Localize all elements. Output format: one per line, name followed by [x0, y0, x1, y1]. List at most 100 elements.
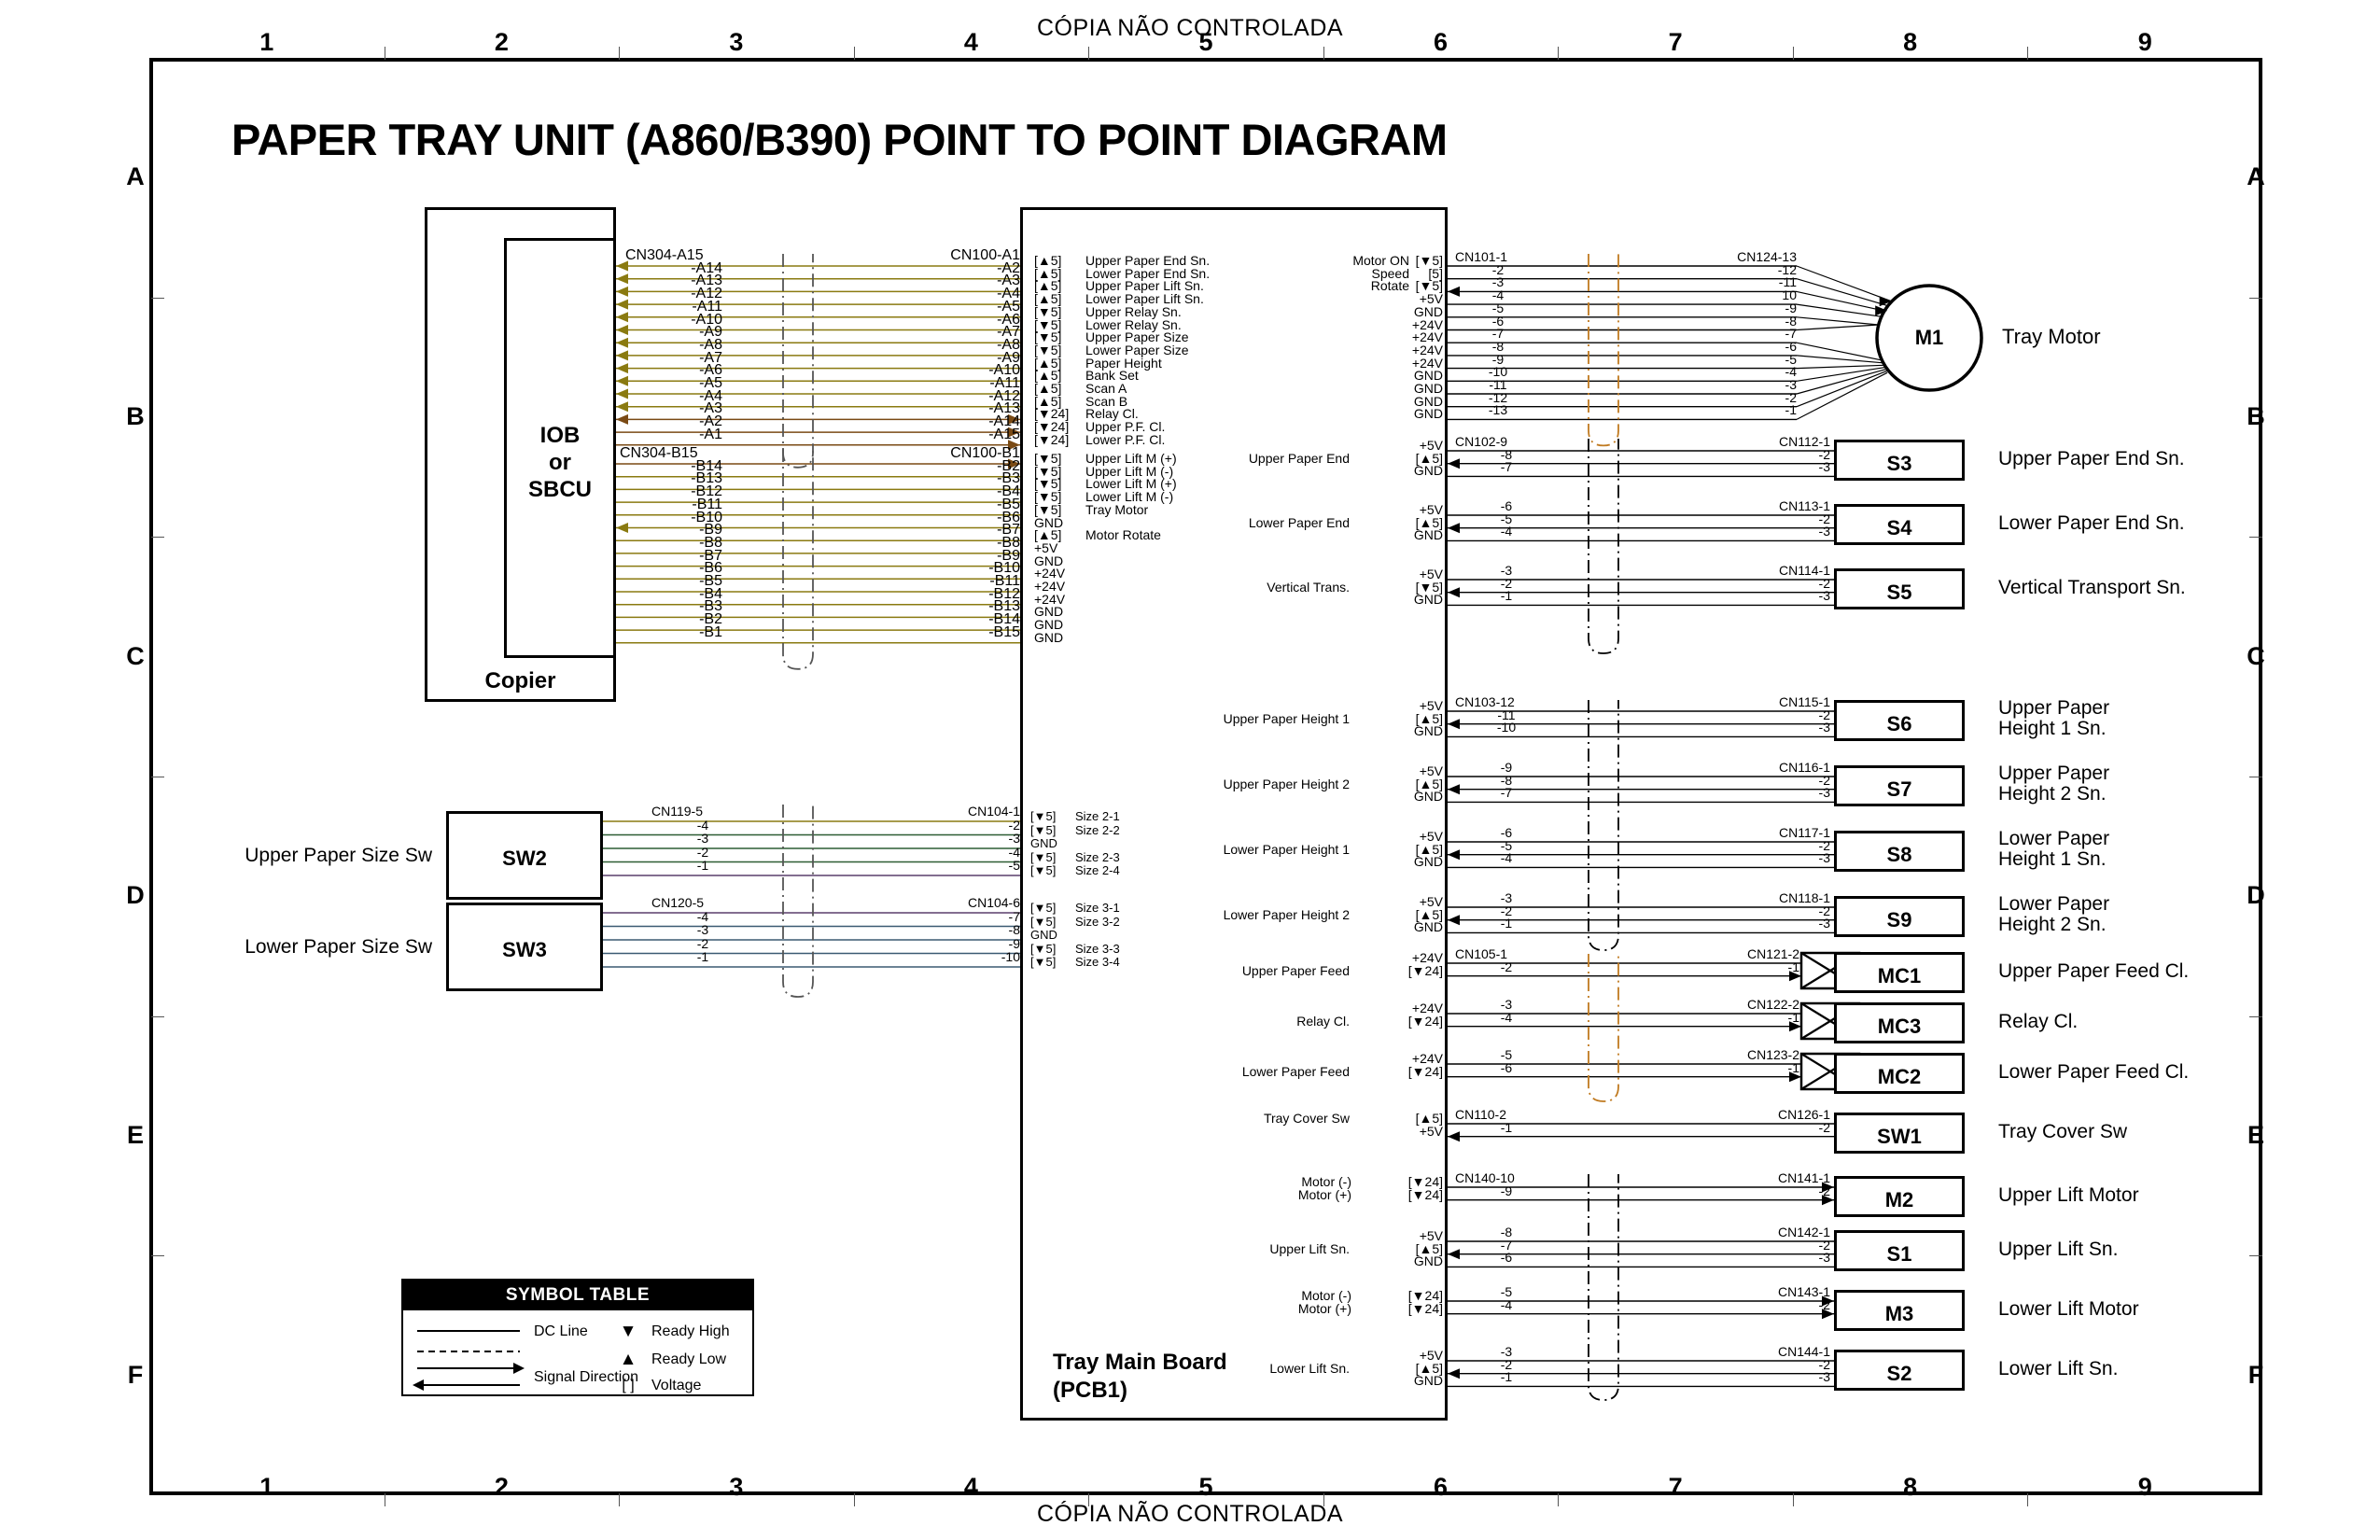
size-switch-voltage: GND: [1030, 928, 1057, 942]
size-switch-right-pin: -5: [1008, 858, 1020, 873]
row-signal-label: Lower Paper End: [1248, 514, 1350, 530]
size-switch-left-header: CN119-5: [651, 804, 703, 819]
harness-b-right-pin: -B15: [988, 623, 1020, 640]
harness-a-voltage: [▲5]: [1034, 253, 1062, 268]
size-switch-box-sw2: SW2: [446, 811, 603, 900]
size-switch-signal: Size 3-2: [1075, 914, 1120, 929]
row-rail-label: GND: [1413, 1253, 1443, 1269]
row-right-pin: -2: [1818, 903, 1830, 918]
grid-column-label: 7: [1668, 28, 1683, 56]
harness-b-voltage: [▼5]: [1034, 501, 1062, 517]
size-switch-signal: Size 3-1: [1075, 901, 1120, 915]
device-box-m2: M2: [1834, 1176, 1965, 1217]
row-rail-label: GND: [1413, 527, 1443, 543]
tray-motor-left-header: CN101-1: [1455, 249, 1508, 264]
grid-column-label: 4: [963, 1473, 978, 1501]
device-name-label: Upper Paper End Sn.: [1998, 448, 2185, 469]
device-name-label: Lower Paper Feed Cl.: [1998, 1061, 2190, 1083]
grid-tick: [1792, 47, 1794, 60]
device-box-mc2: MC2: [1834, 1053, 1965, 1094]
size-switch-left-pin: -3: [696, 831, 709, 846]
row-left-pin: -5: [1500, 1047, 1513, 1062]
diagram-page: CÓPIA NÃO CONTROLADA CÓPIA NÃO CONTROLAD…: [0, 0, 2380, 1540]
row-right-pin: -3: [1818, 588, 1830, 604]
ready-high-icon: ▼: [619, 1322, 637, 1341]
component-label: MC2: [1877, 1065, 1922, 1088]
tray-motor-name-label: Tray Motor: [2002, 325, 2101, 348]
row-left-header: CN110-2: [1455, 1107, 1506, 1122]
grid-tick: [1558, 1493, 1560, 1506]
harness-b-signal: Lower Lift M (-): [1085, 489, 1174, 505]
harness-b-voltage: [▼5]: [1034, 489, 1062, 505]
symbol-ready-high-label: Ready High: [651, 1323, 730, 1339]
size-switch-name-label: Lower Paper Size Sw: [245, 936, 432, 959]
grid-tick: [1323, 1493, 1324, 1506]
device-box-s3: S3: [1834, 440, 1965, 481]
row-right-pin: -3: [1818, 785, 1830, 801]
size-switch-right-pin: -9: [1008, 935, 1020, 951]
component-label: S3: [1886, 452, 1912, 475]
row-rail-label: GND: [1413, 463, 1443, 479]
harness-a-signal: Upper Relay Sn.: [1085, 303, 1182, 319]
device-box-s6: S6: [1834, 700, 1965, 741]
harness-b-signal: Tray Motor: [1085, 501, 1149, 517]
row-right-pin: -2: [1818, 707, 1830, 722]
device-box-s1: S1: [1834, 1230, 1965, 1271]
tray-motor-voltage: +24V: [1411, 342, 1443, 357]
grid-row-label: E: [126, 1121, 144, 1149]
size-switch-signal: Size 3-4: [1075, 955, 1120, 969]
row-rail-label: GND: [1413, 1373, 1443, 1389]
harness-a-voltage: [▲5]: [1034, 381, 1062, 396]
row-left-pin: -3: [1500, 1344, 1513, 1359]
grid-column-label: 8: [1903, 1473, 1918, 1501]
grid-column-label: 2: [494, 1473, 509, 1501]
row-right-header: CN116-1: [1779, 760, 1830, 775]
size-switch-right-pin: -4: [1008, 844, 1020, 860]
row-left-pin: -4: [1500, 850, 1513, 866]
size-switch-voltage: [▼5]: [1030, 822, 1057, 837]
size-switch-right-pin: -8: [1008, 922, 1020, 937]
row-right-header: CN114-1: [1779, 563, 1830, 578]
row-left-pin: -6: [1500, 498, 1513, 513]
row-rail-label: +5V: [1419, 438, 1443, 453]
grid-row-label: D: [126, 881, 145, 910]
harness-b-signal: Upper Lift M (+): [1085, 451, 1177, 466]
grid-tick: [1323, 47, 1324, 60]
row-rail-label: +5V: [1419, 698, 1443, 713]
component-label: S1: [1886, 1242, 1912, 1266]
size-switch-left-pin: -1: [696, 949, 709, 964]
tray-motor-voltage: GND: [1413, 303, 1443, 319]
row-rail-label: +24V: [1411, 950, 1443, 965]
row-right-header: CN122-2: [1746, 997, 1799, 1012]
tray-motor-right-pin: -9: [1785, 300, 1797, 315]
row-signal-label: Motor (+): [1297, 1186, 1351, 1202]
row-right-header: CN123-2: [1746, 1047, 1799, 1062]
iob-label-line2: or: [549, 450, 571, 475]
row-left-pin: -6: [1500, 1059, 1513, 1075]
voltage-bracket-icon: [ ]: [622, 1378, 635, 1393]
row-signal-label: Motor (+): [1297, 1300, 1351, 1316]
grid-tick: [2249, 537, 2262, 539]
row-left-pin: -4: [1500, 1009, 1513, 1025]
tray-motor-voltage: +5V: [1419, 291, 1443, 307]
row-right-header: CN117-1: [1779, 825, 1830, 840]
row-signal-label: Upper Paper End: [1248, 450, 1350, 466]
grid-tick: [2249, 1015, 2262, 1017]
device-name-label: Lower Lift Motor: [1998, 1298, 2139, 1320]
grid-row-label: F: [127, 1360, 144, 1389]
row-signal-label: Upper Lift Sn.: [1269, 1240, 1350, 1256]
row-voltage-label: [▼24]: [1407, 962, 1443, 978]
symbol-table-title: SYMBOL TABLE: [403, 1281, 752, 1310]
row-signal-label: Motor (-): [1301, 1288, 1351, 1303]
row-voltage-label: [▼24]: [1407, 1013, 1443, 1029]
row-left-pin: -3: [1500, 563, 1513, 578]
row-right-pin: -2: [1818, 446, 1830, 462]
size-switch-voltage: [▼5]: [1030, 863, 1057, 877]
row-right-header: CN142-1: [1777, 1225, 1830, 1239]
row-left-pin: -1: [1500, 588, 1513, 604]
grid-tick: [619, 1493, 621, 1506]
size-switch-left-pin: -3: [696, 922, 709, 937]
row-right-pin: -3: [1818, 1369, 1830, 1385]
iob-sbcu-block: [504, 238, 616, 658]
grid-row-label: C: [2247, 641, 2265, 670]
